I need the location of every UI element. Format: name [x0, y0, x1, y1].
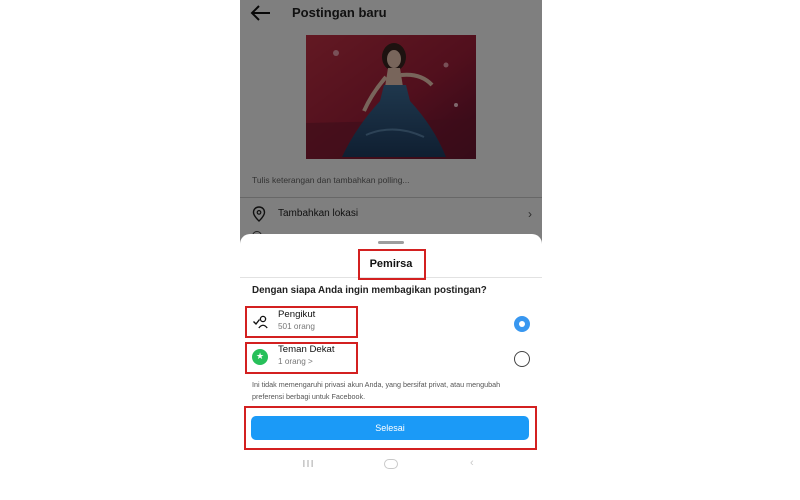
highlight-sheet-title: [358, 249, 426, 280]
privacy-note: Ini tidak memengaruhi privasi akun Anda,…: [252, 380, 501, 401]
phone-screen: Postingan baru: [240, 0, 542, 475]
recent-apps-icon[interactable]: [302, 459, 314, 468]
radio-unselected[interactable]: [514, 351, 530, 367]
audience-question: Dengan siapa Anda ingin membagikan posti…: [252, 285, 487, 296]
stage: Postingan baru: [0, 0, 800, 500]
drag-handle[interactable]: [378, 241, 404, 244]
home-icon[interactable]: [384, 459, 398, 469]
highlight-followers-option: [245, 306, 358, 338]
system-nav-bar: ‹: [240, 454, 542, 475]
highlight-done-button: [244, 406, 537, 450]
radio-selected[interactable]: [514, 316, 530, 332]
back-nav-icon[interactable]: ‹: [470, 457, 474, 469]
highlight-close-friends-option: [245, 342, 358, 374]
